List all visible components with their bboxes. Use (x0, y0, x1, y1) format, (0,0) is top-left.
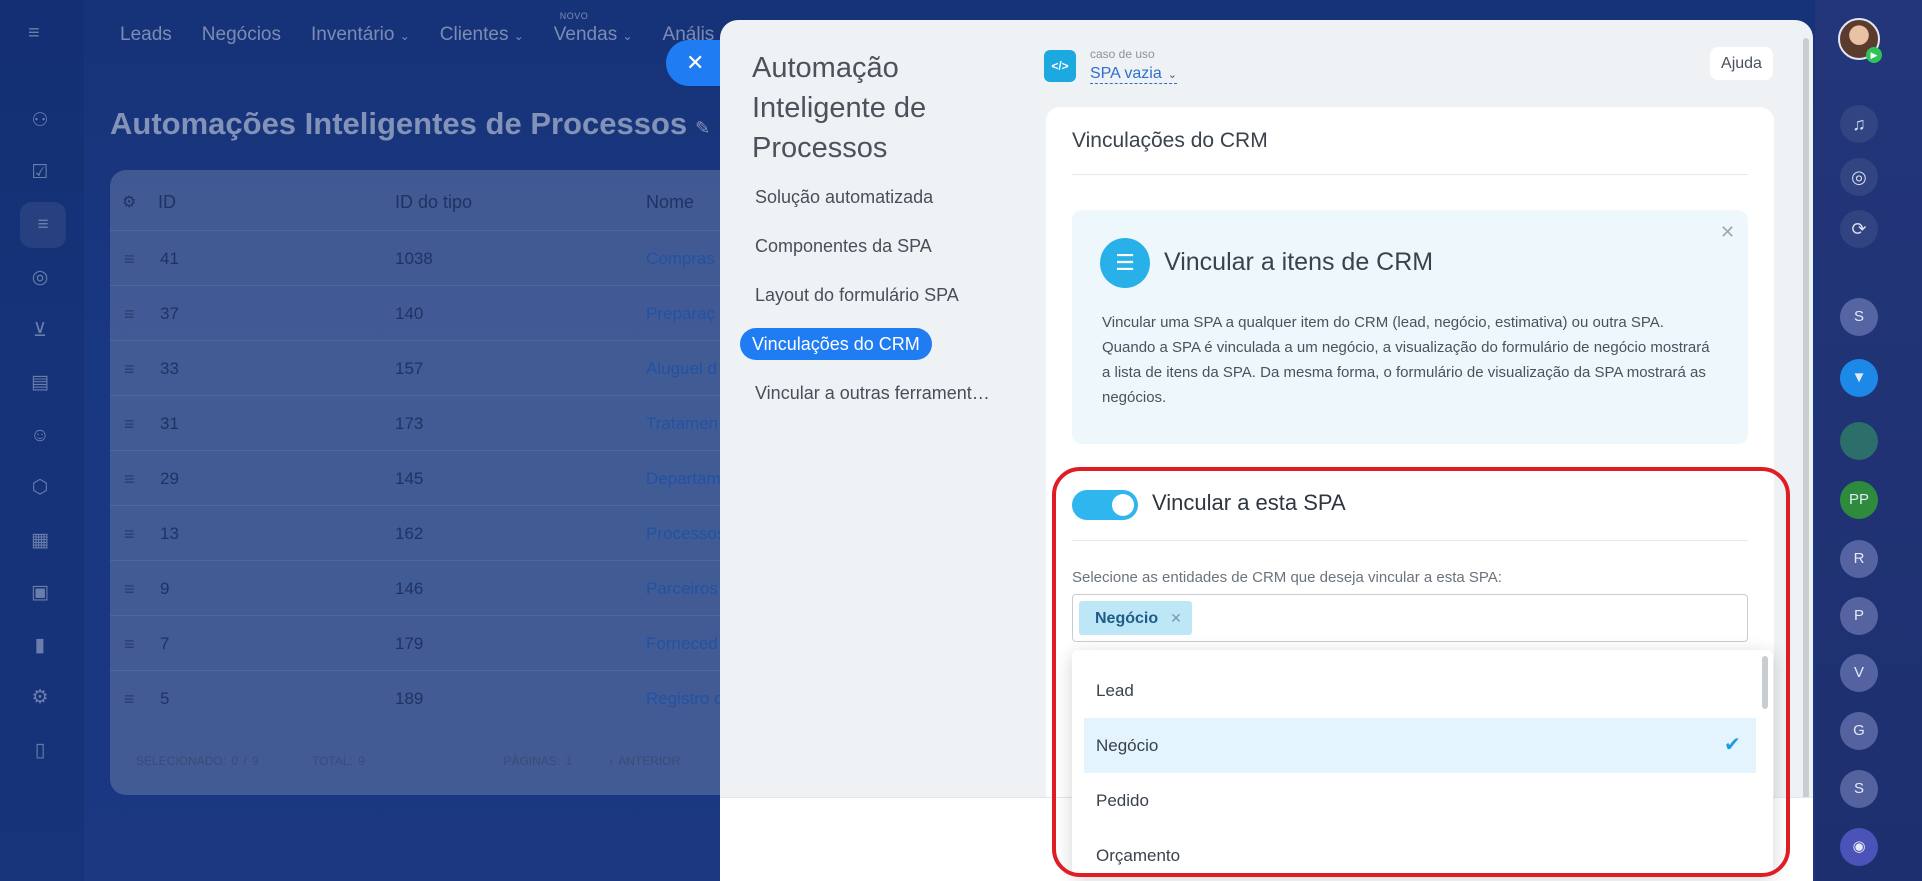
entities-dropdown: Lead Negócio ✔ Pedido Orçamento (1072, 650, 1773, 875)
nav-item-solucao-automatizada[interactable]: Solução automatizada (740, 180, 990, 229)
help-button[interactable]: Ajuda (1710, 47, 1773, 80)
slider-navigation: Solução automatizada Componentes da SPA … (740, 180, 990, 425)
dropdown-option-orcamento[interactable]: Orçamento (1084, 828, 1756, 875)
entities-label: Selecione as entidades de CRM que deseja… (1072, 569, 1502, 586)
online-status-icon: ▶ (1866, 47, 1882, 63)
scrollbar[interactable] (1803, 38, 1809, 808)
link-items-icon: ☰ (1100, 238, 1150, 288)
dropdown-scrollbar[interactable] (1762, 656, 1768, 709)
info-title: Vincular a itens de CRM (1164, 248, 1434, 276)
chat-avatar[interactable]: G (1840, 712, 1878, 750)
dropdown-option-negocio[interactable]: Negócio ✔ (1084, 718, 1756, 773)
info-box: ☰ Vincular a itens de CRM ✕ Vincular uma… (1072, 210, 1748, 444)
toggle-knob (1112, 494, 1134, 516)
slider-title: Automação Inteligente de Processos (752, 52, 927, 164)
close-icon[interactable]: ✕ (1720, 222, 1735, 243)
nav-item-vincular-ferramentas[interactable]: Vincular a outras ferramentas (740, 376, 990, 425)
chat-avatar[interactable] (1840, 422, 1878, 460)
use-case-selector[interactable]: SPA vazia ⌄ (1090, 65, 1177, 84)
nav-item-vinculacoes-crm[interactable]: Vinculações do CRM (740, 327, 990, 376)
dropdown-option-pedido[interactable]: Pedido (1084, 773, 1756, 828)
use-case-label: caso de uso (1090, 47, 1155, 61)
remove-tag-icon[interactable]: ✕ (1170, 610, 1182, 626)
chat-avatar[interactable]: R (1840, 540, 1878, 578)
bookmark-icon[interactable]: ▼ (1840, 359, 1878, 397)
chat-avatar[interactable]: PP (1840, 481, 1878, 519)
target-icon[interactable]: ◎ (1840, 158, 1878, 196)
link-spa-toggle[interactable] (1072, 490, 1138, 520)
info-text: Vincular uma SPA a qualquer item do CRM … (1102, 314, 1710, 406)
chevron-down-icon: ⌄ (1167, 69, 1177, 81)
chat-avatar[interactable]: V (1840, 654, 1878, 692)
entities-selector[interactable]: Negócio ✕ (1072, 594, 1748, 642)
chat-avatar[interactable]: P (1840, 597, 1878, 635)
dropdown-option-lead[interactable]: Lead (1084, 663, 1756, 718)
divider (1072, 540, 1748, 541)
selected-tag: Negócio ✕ (1079, 601, 1192, 635)
copilot-icon[interactable]: ◉ (1840, 828, 1878, 866)
section-title: Vinculações do CRM (1072, 129, 1268, 152)
chat-avatar[interactable]: S (1840, 770, 1878, 808)
check-icon: ✔ (1724, 734, 1741, 756)
nav-item-componentes-spa[interactable]: Componentes da SPA (740, 229, 990, 278)
nav-item-layout-formulario[interactable]: Layout do formulário SPA (740, 278, 990, 327)
chat-avatar[interactable]: S (1840, 298, 1878, 336)
code-icon: </> (1044, 50, 1076, 82)
bell-icon[interactable]: ♫ (1840, 105, 1878, 143)
divider (1072, 174, 1748, 175)
sync-icon[interactable]: ⟳ (1840, 210, 1878, 248)
close-slider-button[interactable]: ✕ (666, 40, 726, 86)
toggle-label: Vincular a esta SPA (1152, 490, 1346, 515)
